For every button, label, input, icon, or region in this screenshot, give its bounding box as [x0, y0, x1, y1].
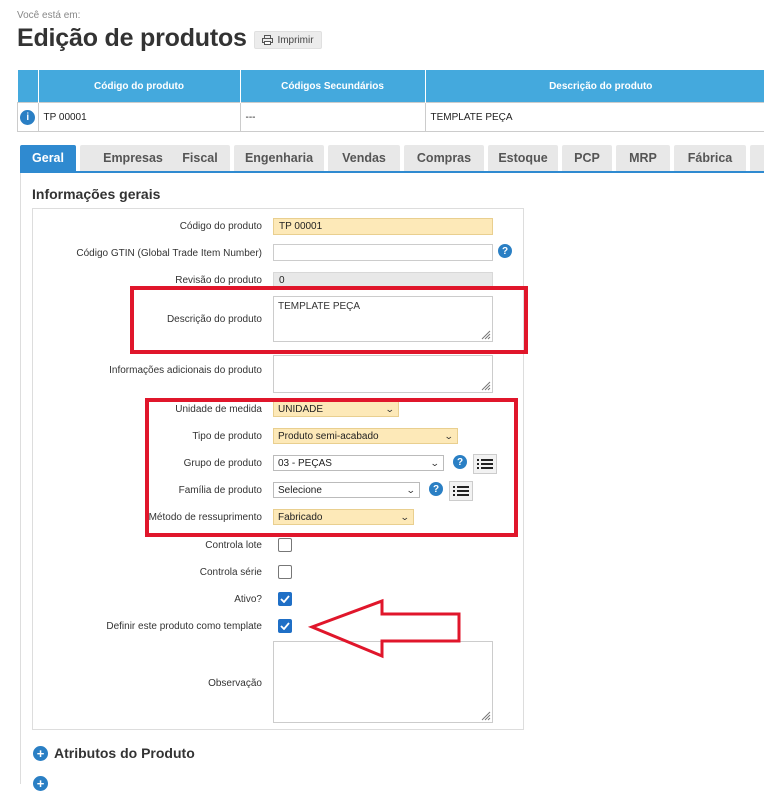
codigo-input[interactable]: TP 00001 [273, 218, 493, 235]
tab-mrp[interactable]: MRP [616, 145, 670, 171]
tab-pcp[interactable]: PCP [562, 145, 612, 171]
annotation-box-classificacao [145, 398, 518, 537]
tab-vendas[interactable]: Vendas [328, 145, 400, 171]
print-label: Imprimir [277, 35, 313, 46]
section-title: Informações gerais [32, 186, 160, 202]
resize-grip-icon[interactable] [479, 709, 491, 721]
annotation-box-descricao [130, 286, 528, 354]
plus-icon: + [33, 746, 48, 761]
controla-serie-checkbox[interactable] [278, 565, 292, 579]
ativo-label: Ativo? [234, 594, 262, 605]
checkmark-icon [280, 595, 290, 603]
template-checkbox[interactable] [278, 619, 292, 633]
observacao-label: Observação [208, 678, 262, 689]
cell-description: TEMPLATE PEÇA [425, 103, 764, 132]
table-header-description: Descrição do produto [425, 70, 764, 103]
annotation-arrow-icon [306, 596, 466, 662]
controla-lote-label: Controla lote [205, 540, 262, 551]
revisao-label: Revisão do produto [175, 275, 262, 286]
tab-fabrica[interactable]: Fábrica [674, 145, 746, 171]
table-header-code: Código do produto [38, 70, 240, 103]
cell-secondary: --- [240, 103, 425, 132]
printer-icon [262, 35, 273, 45]
table-row: i TP 00001 --- TEMPLATE PEÇA [18, 103, 764, 132]
tab-fiscal[interactable]: Fiscal [170, 145, 230, 171]
checkmark-icon [280, 622, 290, 630]
info-icon[interactable]: i [20, 110, 35, 125]
cell-code: TP 00001 [38, 103, 240, 132]
tab-estoque[interactable]: Estoque [488, 145, 558, 171]
tab-geral[interactable]: Geral [20, 145, 76, 171]
template-label: Definir este produto como template [106, 621, 262, 632]
gtin-input[interactable] [273, 244, 493, 261]
print-button[interactable]: Imprimir [254, 31, 322, 49]
page-title: Edição de produtos [17, 24, 247, 53]
resize-grip-icon[interactable] [479, 379, 491, 391]
accordion-atributos-label: Atributos do Produto [54, 745, 195, 761]
gtin-help-icon[interactable]: ? [498, 244, 512, 258]
info-adicionais-textarea[interactable] [273, 355, 493, 393]
product-summary-table: Código do produto Códigos Secundários De… [17, 70, 764, 132]
tab-overflow[interactable] [750, 145, 764, 171]
info-adicionais-label: Informações adicionais do produto [109, 365, 262, 376]
table-header-secondary: Códigos Secundários [240, 70, 425, 103]
tab-compras[interactable]: Compras [404, 145, 484, 171]
controla-serie-label: Controla série [200, 567, 262, 578]
ativo-checkbox[interactable] [278, 592, 292, 606]
breadcrumb: Você está em: [17, 10, 80, 21]
gtin-label: Código GTIN (Global Trade Item Number) [76, 248, 262, 259]
controla-lote-checkbox[interactable] [278, 538, 292, 552]
codigo-label: Código do produto [180, 221, 262, 232]
table-header-icon [18, 70, 39, 103]
accordion-atributos[interactable]: + Atributos do Produto [33, 745, 195, 761]
tab-engenharia[interactable]: Engenharia [234, 145, 324, 171]
